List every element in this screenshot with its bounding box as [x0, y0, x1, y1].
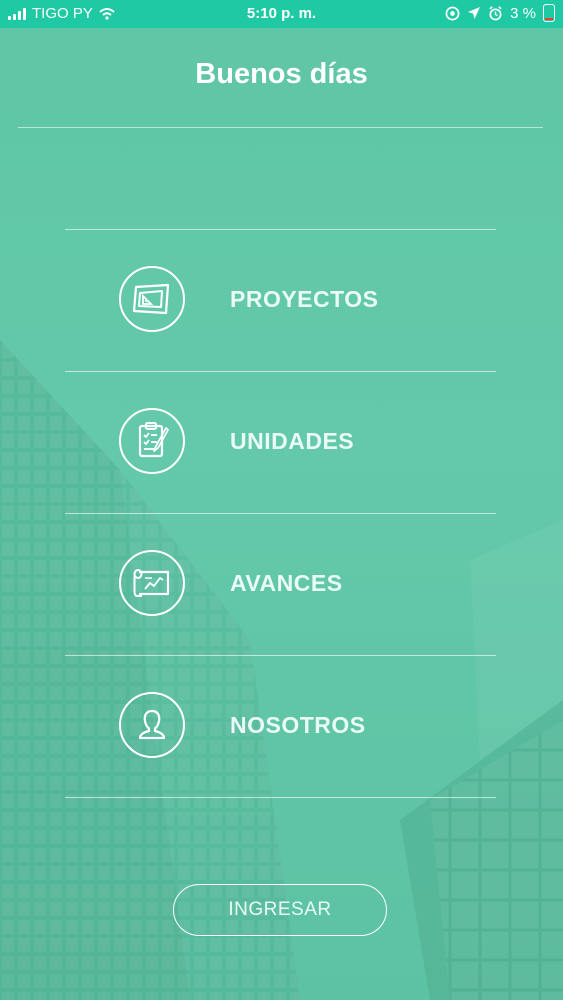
menu-item-unidades[interactable]: UNIDADES — [65, 372, 496, 514]
menu-item-nosotros[interactable]: NOSOTROS — [65, 656, 496, 798]
battery-icon — [543, 4, 555, 22]
ingresar-button[interactable]: INGRESAR — [173, 884, 387, 936]
chart-scroll-icon — [119, 550, 185, 616]
location-lock-icon — [445, 6, 460, 20]
menu-item-avances[interactable]: AVANCES — [65, 514, 496, 656]
location-arrow-icon — [468, 7, 481, 19]
header-divider — [18, 127, 543, 128]
menu-item-label: PROYECTOS — [230, 286, 379, 312]
menu-item-label: UNIDADES — [230, 428, 355, 454]
main-menu: PROYECTOS UNIDADES AVANCES NOSOTROS — [65, 229, 496, 798]
app-screen: TIGO PY 5:10 p. m. 3 % Buenos días PROYE… — [0, 0, 563, 1000]
menu-item-label: AVANCES — [230, 570, 343, 596]
alarm-icon — [489, 5, 502, 20]
user-icon — [119, 692, 185, 758]
blueprint-icon — [119, 266, 185, 332]
clipboard-icon — [119, 408, 185, 474]
page-title: Buenos días — [195, 58, 368, 90]
status-bar: TIGO PY 5:10 p. m. 3 % — [0, 0, 563, 28]
status-bar-right: 3 % — [445, 4, 555, 22]
menu-item-proyectos[interactable]: PROYECTOS — [65, 230, 496, 372]
menu-item-label: NOSOTROS — [230, 712, 366, 738]
battery-percent: 3 % — [510, 4, 536, 22]
